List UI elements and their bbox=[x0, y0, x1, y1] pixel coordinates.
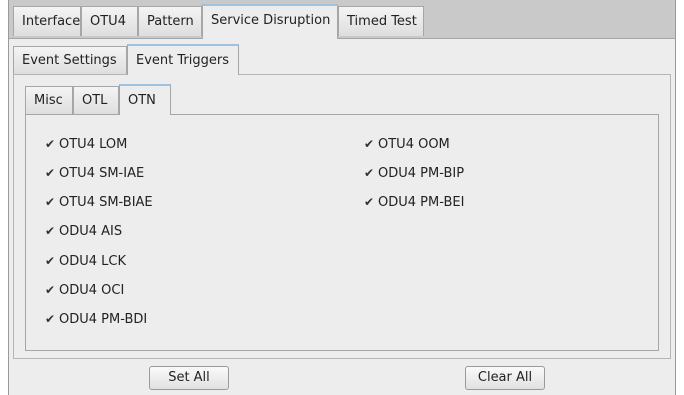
checkbox-label: ODU4 OCI bbox=[59, 283, 125, 298]
set-all-button[interactable]: Set All bbox=[149, 366, 229, 390]
checkbox-label: OTU4 SM-BIAE bbox=[59, 195, 153, 210]
tab-event-settings[interactable]: Event Settings bbox=[13, 46, 127, 74]
checkbox-label: ODU4 AIS bbox=[59, 224, 123, 239]
checkbox-otu4-lom[interactable]: ✔ OTU4 LOM bbox=[45, 133, 127, 155]
checkbox-odu4-ais[interactable]: ✔ ODU4 AIS bbox=[45, 220, 122, 242]
checkmark-icon: ✔ bbox=[45, 195, 56, 209]
checkbox-odu4-pm-bdi[interactable]: ✔ ODU4 PM-BDI bbox=[45, 308, 147, 330]
checkbox-label: OTU4 LOM bbox=[59, 137, 128, 152]
checkbox-label: ODU4 PM-BDI bbox=[59, 312, 148, 327]
tab-timed-test[interactable]: Timed Test bbox=[338, 6, 424, 36]
main-tab-bar: Interface OTU4 Pattern Service Disruptio… bbox=[9, 0, 675, 39]
checkbox-odu4-lck[interactable]: ✔ ODU4 LCK bbox=[45, 250, 126, 272]
tab-misc[interactable]: Misc bbox=[25, 86, 73, 114]
checkbox-otu4-sm-iae[interactable]: ✔ OTU4 SM-IAE bbox=[45, 162, 144, 184]
tab-service-disruption[interactable]: Service Disruption bbox=[202, 4, 338, 39]
tab-event-triggers[interactable]: Event Triggers bbox=[127, 44, 239, 75]
checkmark-icon: ✔ bbox=[364, 137, 375, 151]
tab-otl[interactable]: OTL bbox=[73, 86, 119, 114]
checkmark-icon: ✔ bbox=[45, 254, 56, 268]
checkmark-icon: ✔ bbox=[45, 137, 56, 151]
checkbox-label: OTU4 OOM bbox=[378, 137, 450, 152]
checkmark-icon: ✔ bbox=[364, 195, 375, 209]
checkmark-icon: ✔ bbox=[364, 166, 375, 180]
checkbox-label: ODU4 PM-BEI bbox=[378, 195, 465, 210]
checkbox-odu4-pm-bip[interactable]: ✔ ODU4 PM-BIP bbox=[364, 162, 464, 184]
checkmark-icon: ✔ bbox=[45, 312, 56, 326]
tab-otu4[interactable]: OTU4 bbox=[81, 6, 138, 36]
tab-otn[interactable]: OTN bbox=[119, 84, 171, 115]
checkbox-odu4-oci[interactable]: ✔ ODU4 OCI bbox=[45, 279, 124, 301]
tab-pattern[interactable]: Pattern bbox=[138, 6, 202, 36]
checkbox-odu4-pm-bei[interactable]: ✔ ODU4 PM-BEI bbox=[364, 191, 464, 213]
checkmark-icon: ✔ bbox=[45, 166, 56, 180]
checkmark-icon: ✔ bbox=[45, 283, 56, 297]
checkmark-icon: ✔ bbox=[45, 224, 56, 238]
checkbox-otu4-sm-biae[interactable]: ✔ OTU4 SM-BIAE bbox=[45, 191, 153, 213]
checkbox-label: ODU4 LCK bbox=[59, 254, 127, 269]
clear-all-button[interactable]: Clear All bbox=[465, 366, 545, 390]
checkbox-label: ODU4 PM-BIP bbox=[378, 166, 465, 181]
service-disruption-window: Interface OTU4 Pattern Service Disruptio… bbox=[8, 0, 676, 395]
tab-interface[interactable]: Interface bbox=[13, 6, 81, 36]
checkbox-label: OTU4 SM-IAE bbox=[59, 166, 145, 181]
checkbox-otu4-oom[interactable]: ✔ OTU4 OOM bbox=[364, 133, 450, 155]
